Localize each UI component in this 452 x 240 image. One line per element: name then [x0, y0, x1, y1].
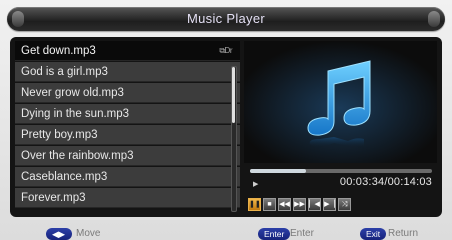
playlist-item[interactable]: Dying in the sun.mp3 — [15, 104, 240, 124]
playlist-item[interactable]: Forever.mp3 — [15, 188, 240, 208]
exit-key-icon: Exit — [360, 228, 387, 240]
playlist: Get down.mp3 ⧉Dr God is a girl.mp3 Never… — [15, 41, 240, 211]
playlist-item[interactable]: Caseblance.mp3 — [15, 167, 240, 187]
play-position-icon: ▶ — [253, 181, 259, 188]
playlist-item[interactable]: Get down.mp3 ⧉Dr — [15, 41, 240, 61]
playback-progress-fill — [250, 169, 307, 173]
rewind-button[interactable]: ◀◀ — [278, 198, 291, 211]
playlist-scrollbar-thumb[interactable] — [232, 67, 235, 123]
repeat-mode-icon: ⧉Dr — [219, 46, 232, 55]
playlist-item-label: Get down.mp3 — [21, 45, 96, 57]
playlist-item-label: Never grow old.mp3 — [21, 87, 124, 99]
title-cap-right — [428, 11, 440, 27]
shuffle-button[interactable]: ⤨ — [338, 198, 351, 211]
playlist-item[interactable]: Never grow old.mp3 — [15, 83, 240, 103]
move-hint-label: Move — [76, 228, 101, 239]
playlist-item-label: God is a girl.mp3 — [21, 66, 108, 78]
playlist-item[interactable]: Over the rainbow.mp3 — [15, 146, 240, 166]
next-track-button[interactable]: ▶▕ — [323, 198, 336, 211]
enter-hint-label: Enter — [290, 228, 314, 239]
playlist-item-label: Caseblance.mp3 — [21, 171, 108, 183]
album-art — [244, 41, 437, 163]
enter-key-icon: Enter — [258, 228, 291, 240]
exit-hint-label: Return — [388, 228, 419, 239]
title-bar: Music Player — [7, 7, 445, 31]
stop-button[interactable]: ■ — [263, 198, 276, 211]
playlist-item-label: Pretty boy.mp3 — [21, 129, 98, 141]
page-title: Music Player — [186, 11, 265, 26]
time-display: 00:03:34/00:14:03 — [339, 176, 432, 188]
music-note-icon — [244, 41, 437, 163]
move-key-icon: ◀▶ — [46, 228, 72, 240]
playlist-item[interactable]: God is a girl.mp3 — [15, 62, 240, 82]
fast-forward-button[interactable]: ▶▶ — [293, 198, 306, 211]
pause-button[interactable]: ❚❚ — [248, 198, 261, 211]
hint-bar: ◀▶ Move Enter Enter Exit Return — [0, 228, 452, 240]
playlist-item-label: Forever.mp3 — [21, 192, 86, 204]
playlist-item-label: Dying in the sun.mp3 — [21, 108, 130, 120]
playlist-item[interactable]: Pretty boy.mp3 — [15, 125, 240, 145]
playlist-item-label: Over the rainbow.mp3 — [21, 150, 134, 162]
playback-progress-bar[interactable] — [250, 169, 432, 173]
previous-track-button[interactable]: ▏◀ — [308, 198, 321, 211]
